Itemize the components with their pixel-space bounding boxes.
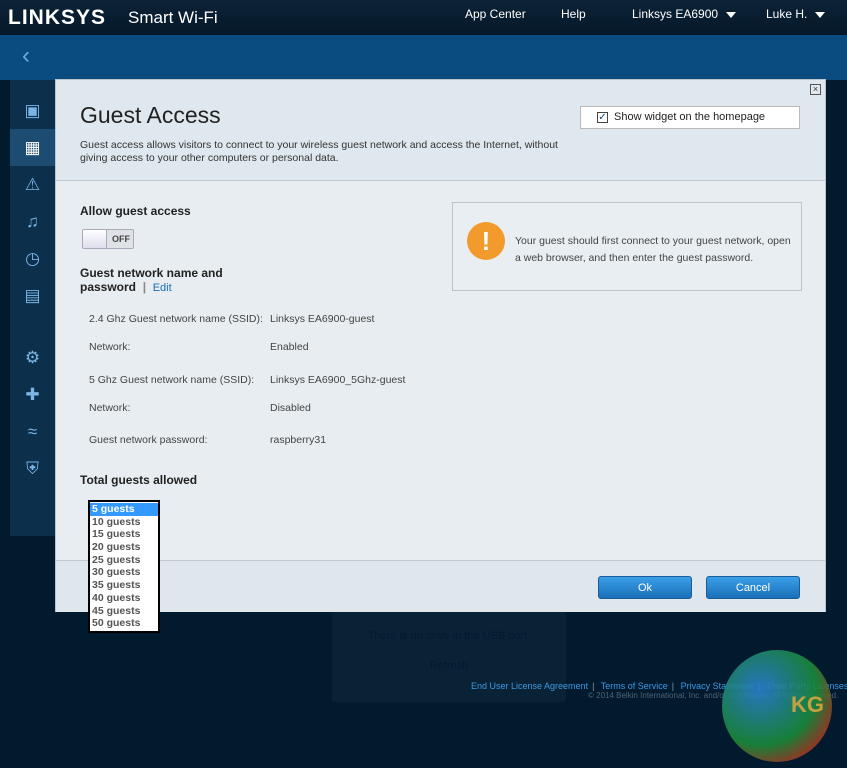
option[interactable]: 10 guests	[90, 516, 158, 529]
top-bar: LINKSYS Smart Wi-Fi App Center Help Link…	[0, 0, 847, 35]
kg-watermark-logo: KG	[722, 650, 832, 762]
external-storage-icon[interactable]: ▤	[10, 277, 55, 314]
close-icon[interactable]: ×	[810, 84, 821, 95]
network-heading-text: Guest network name and password	[80, 266, 223, 294]
show-widget-label: Show widget on the homepage	[614, 111, 766, 123]
option[interactable]: 25 guests	[90, 554, 158, 567]
total-guests-select[interactable]: 5 guests 10 guests 15 guests 20 guests 2…	[88, 500, 160, 633]
guest-access-icon[interactable]: ▦	[10, 129, 55, 166]
option[interactable]: 45 guests	[90, 605, 158, 618]
chevron-down-icon	[726, 11, 737, 18]
devices-icon[interactable]: ▣	[10, 92, 55, 129]
option[interactable]: 35 guests	[90, 579, 158, 592]
option[interactable]: 5 guests	[90, 503, 158, 516]
info-box: ! Your guest should first connect to you…	[452, 202, 802, 291]
help-link[interactable]: Help	[561, 7, 586, 21]
allow-guest-label: Allow guest access	[80, 204, 191, 218]
show-widget-checkbox[interactable]: ✓ Show widget on the homepage	[580, 106, 800, 129]
security-icon[interactable]: ⛨	[10, 450, 55, 487]
total-guests-label: Total guests allowed	[80, 473, 198, 487]
troubleshooting-icon[interactable]: ✚	[10, 376, 55, 413]
connectivity-icon[interactable]: ⚙	[10, 339, 55, 376]
blue-header	[0, 35, 847, 80]
toggle-state: OFF	[112, 234, 130, 244]
option[interactable]: 40 guests	[90, 592, 158, 605]
sidebar: ▣ ▦ ⚠ ♫ ◷ ▤ ⚙ ✚ ≈ ⛨	[10, 80, 55, 536]
usb-message: There is no drive in the USB port.	[367, 630, 531, 642]
row-value: raspberry31	[270, 434, 327, 446]
row-label: Network:	[89, 402, 131, 414]
refresh-button[interactable]: Refresh	[332, 642, 566, 672]
user-menu[interactable]: Luke H.	[766, 7, 826, 21]
product-name: Smart Wi-Fi	[128, 8, 218, 27]
option[interactable]: 50 guests	[90, 617, 158, 630]
option[interactable]: 15 guests	[90, 528, 158, 541]
eula-link[interactable]: End User License Agreement	[471, 681, 588, 691]
guest-access-dialog: × Guest Access Guest access allows visit…	[55, 79, 826, 612]
dialog-header: × Guest Access Guest access allows visit…	[56, 80, 825, 181]
row-label: Network:	[89, 341, 131, 353]
app-center-link[interactable]: App Center	[465, 7, 526, 21]
warning-icon: !	[467, 222, 505, 260]
cancel-button[interactable]: Cancel	[706, 576, 800, 599]
option[interactable]: 20 guests	[90, 541, 158, 554]
media-prioritization-icon[interactable]: ♫	[10, 203, 55, 240]
row-value: Disabled	[270, 402, 311, 414]
wireless-icon[interactable]: ≈	[10, 413, 55, 450]
row-value: Linksys EA6900-guest	[270, 313, 375, 325]
dialog-footer: Ok Cancel	[56, 560, 825, 612]
router-name: Linksys EA6900	[632, 7, 719, 21]
terms-link[interactable]: Terms of Service	[601, 681, 668, 691]
router-menu[interactable]: Linksys EA6900	[632, 7, 737, 21]
edit-link[interactable]: Edit	[153, 282, 172, 294]
option[interactable]: 30 guests	[90, 566, 158, 579]
guest-access-toggle[interactable]: OFF	[82, 229, 134, 249]
parental-controls-icon[interactable]: ⚠	[10, 166, 55, 203]
row-label: Guest network password:	[89, 434, 208, 446]
user-name: Luke H.	[766, 7, 808, 21]
row-label: 2.4 Ghz Guest network name (SSID):	[89, 313, 263, 325]
ok-button[interactable]: Ok	[598, 576, 692, 599]
network-heading: Guest network name and password | Edit	[80, 266, 223, 294]
row-value: Linksys EA6900_5Ghz-guest	[270, 374, 406, 386]
checkmark-icon[interactable]: ✓	[597, 112, 608, 123]
linksys-logo: LINKSYS	[8, 6, 107, 29]
back-arrow-icon[interactable]: ‹	[22, 42, 30, 70]
row-value: Enabled	[270, 341, 309, 353]
chevron-down-icon	[815, 11, 826, 18]
info-text: Your guest should first connect to your …	[515, 235, 791, 264]
row-label: 5 Ghz Guest network name (SSID):	[89, 374, 255, 386]
description: Guest access allows visitors to connect …	[80, 139, 558, 164]
speed-test-icon[interactable]: ◷	[10, 240, 55, 277]
page-title: Guest Access	[80, 102, 221, 128]
